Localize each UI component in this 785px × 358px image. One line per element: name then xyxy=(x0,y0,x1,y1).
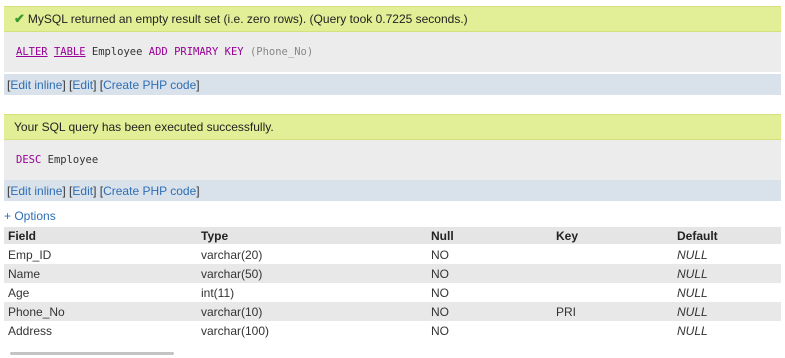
cell-null: NO xyxy=(427,283,552,302)
cell-null: NO xyxy=(427,244,552,264)
cell-null: NO xyxy=(427,302,552,321)
edit-inline-link[interactable]: Edit inline xyxy=(10,184,62,198)
bracket: ] xyxy=(196,183,200,198)
bracket: ] xyxy=(196,77,200,92)
table-row[interactable]: Phone_No varchar(10) NO PRI NULL xyxy=(4,302,781,321)
table-header-row: Field Type Null Key Default xyxy=(4,227,781,245)
cell-default: NULL xyxy=(673,321,781,340)
cell-field: Phone_No xyxy=(4,302,197,321)
sql-table-name: Employee xyxy=(47,154,99,166)
cell-null: NO xyxy=(427,321,552,340)
query-actions-2: [ Edit inline ] [ Edit ] [ Create PHP co… xyxy=(4,180,781,201)
cell-type: varchar(100) xyxy=(197,321,427,340)
options-toggle[interactable]: + Options xyxy=(4,209,56,223)
sql-query-display-1: ALTER TABLE Employee ADD PRIMARY KEY (Ph… xyxy=(4,32,781,72)
sql-keyword: DESC xyxy=(16,154,42,166)
success-message-text: Your SQL query has been executed success… xyxy=(14,120,274,134)
cell-field: Age xyxy=(4,283,197,302)
cell-null: NO xyxy=(427,264,552,283)
bracket: ] [ xyxy=(93,77,104,92)
cell-key xyxy=(552,321,673,340)
cell-type: varchar(10) xyxy=(197,302,427,321)
success-message-text: MySQL returned an empty result set (i.e.… xyxy=(27,12,468,26)
cell-field: Address xyxy=(4,321,197,340)
edit-link[interactable]: Edit xyxy=(72,78,93,92)
cell-type: varchar(20) xyxy=(197,244,427,264)
bracket: ] [ xyxy=(62,183,73,198)
cell-field: Name xyxy=(4,264,197,283)
create-php-code-link[interactable]: Create PHP code xyxy=(103,184,196,198)
cell-default: NULL xyxy=(673,244,781,264)
cell-type: int(11) xyxy=(197,283,427,302)
cell-type: varchar(50) xyxy=(197,264,427,283)
cell-default: NULL xyxy=(673,302,781,321)
column-header-default[interactable]: Default xyxy=(673,227,781,245)
query-actions-1: [ Edit inline ] [ Edit ] [ Create PHP co… xyxy=(4,74,781,95)
create-php-code-link[interactable]: Create PHP code xyxy=(103,78,196,92)
results-table: Field Type Null Key Default Emp_ID varch… xyxy=(4,227,781,340)
cell-key xyxy=(552,244,673,264)
cell-key: PRI xyxy=(552,302,673,321)
bracket: ] [ xyxy=(62,77,73,92)
sql-query-display-2: DESC Employee xyxy=(4,140,781,180)
cell-field: Emp_ID xyxy=(4,244,197,264)
cell-default: NULL xyxy=(673,264,781,283)
column-header-type[interactable]: Type xyxy=(197,227,427,245)
query-result-panel-1: ✔ MySQL returned an empty result set (i.… xyxy=(4,6,781,95)
cell-key xyxy=(552,283,673,302)
table-row[interactable]: Emp_ID varchar(20) NO NULL xyxy=(4,244,781,264)
column-header-key[interactable]: Key xyxy=(552,227,673,245)
table-row[interactable]: Address varchar(100) NO NULL xyxy=(4,321,781,340)
check-icon: ✔ xyxy=(14,11,25,26)
edit-link[interactable]: Edit xyxy=(72,184,93,198)
sql-keyword[interactable]: TABLE xyxy=(54,46,86,58)
column-header-field[interactable]: Field xyxy=(4,227,197,245)
sql-keyword[interactable]: ALTER xyxy=(16,46,48,58)
sql-table-name: Employee xyxy=(91,46,143,58)
cell-default: NULL xyxy=(673,283,781,302)
table-row[interactable]: Name varchar(50) NO NULL xyxy=(4,264,781,283)
edit-inline-link[interactable]: Edit inline xyxy=(10,78,62,92)
sql-keyword: ADD PRIMARY KEY xyxy=(148,46,244,58)
table-row[interactable]: Age int(11) NO NULL xyxy=(4,283,781,302)
bracket: ] [ xyxy=(93,183,104,198)
column-header-null[interactable]: Null xyxy=(427,227,552,245)
success-message-1: ✔ MySQL returned an empty result set (i.… xyxy=(4,6,781,32)
success-message-2: Your SQL query has been executed success… xyxy=(4,114,781,140)
horizontal-scrollbar[interactable] xyxy=(10,352,174,355)
cell-key xyxy=(552,264,673,283)
sql-column: (Phone_No) xyxy=(249,46,314,58)
query-result-panel-2: Your SQL query has been executed success… xyxy=(4,114,781,201)
